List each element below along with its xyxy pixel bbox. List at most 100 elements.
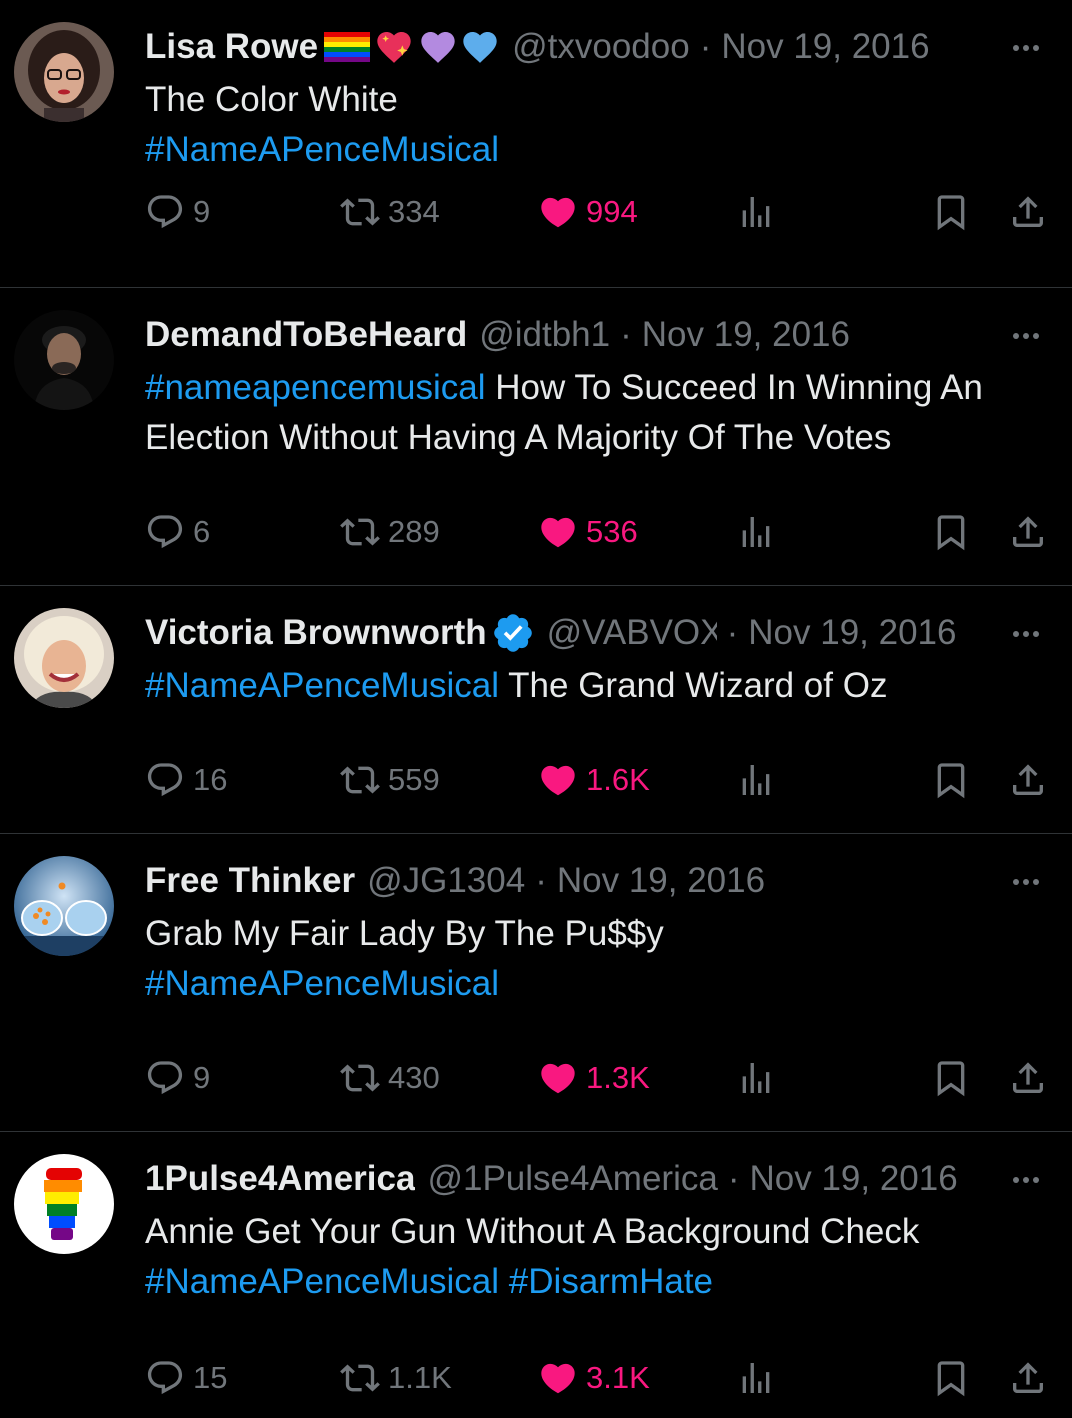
tweet-header: Lisa Rowe @txvoodoo · Nov 19, 2016 — [145, 22, 1032, 72]
author-name[interactable]: 1Pulse4America — [145, 1159, 415, 1199]
views-icon[interactable] — [736, 1358, 776, 1398]
reply-count: 9 — [193, 194, 211, 229]
tweet-date[interactable]: Nov 19, 2016 — [721, 27, 929, 67]
reply-button[interactable]: 9 — [145, 1056, 210, 1100]
tweet-actions: 16 559 1.6K — [0, 758, 1072, 802]
like-button[interactable]: 1.6K — [538, 758, 650, 802]
more-options-icon[interactable] — [1005, 868, 1047, 896]
reply-icon — [145, 1058, 185, 1098]
like-heart-icon — [538, 1358, 578, 1398]
bookmark-icon[interactable] — [931, 512, 971, 552]
more-options-icon[interactable] — [1005, 322, 1047, 350]
share-icon[interactable] — [1008, 512, 1048, 552]
hashtag-link[interactable]: #nameapencemusical — [145, 368, 485, 407]
repost-icon — [340, 192, 380, 232]
like-button[interactable]: 994 — [538, 190, 638, 234]
hashtag-link[interactable]: #NameAPenceMusical — [145, 130, 499, 169]
like-heart-icon — [538, 192, 578, 232]
tweet-text: #NameAPenceMusical The Grand Wizard of O… — [145, 661, 1032, 711]
repost-button[interactable]: 1.1K — [340, 1356, 452, 1400]
author-name[interactable]: Lisa Rowe — [145, 27, 318, 67]
avatar[interactable] — [14, 608, 114, 708]
tweet[interactable]: 1Pulse4America @1Pulse4America · Nov 19,… — [0, 1132, 1072, 1418]
avatar-image-icon — [14, 608, 114, 708]
reply-button[interactable]: 15 — [145, 1356, 227, 1400]
more-options-icon[interactable] — [1005, 620, 1047, 648]
avatar[interactable] — [14, 22, 114, 122]
blue-heart-icon — [463, 32, 497, 63]
repost-button[interactable]: 334 — [340, 190, 440, 234]
tweet-date[interactable]: Nov 19, 2016 — [642, 315, 850, 355]
share-icon[interactable] — [1008, 760, 1048, 800]
tweet-actions: 9 430 1.3K — [0, 1056, 1072, 1100]
author-handle[interactable]: @idtbh1 — [479, 315, 610, 355]
author-handle[interactable]: @1Pulse4America — [427, 1159, 717, 1199]
avatar-image-icon — [14, 310, 114, 410]
tweet-text-body: The Grand Wizard of Oz — [499, 666, 888, 705]
more-options-icon[interactable] — [1005, 1166, 1047, 1194]
hashtag-link[interactable]: #NameAPenceMusical — [145, 1262, 499, 1301]
repost-icon — [340, 512, 380, 552]
repost-button[interactable]: 289 — [340, 510, 440, 554]
reply-count: 16 — [193, 762, 228, 797]
tweet-text-line: Grab My Fair Lady By The Pu$$y — [145, 914, 664, 953]
tweet[interactable]: Free Thinker @JG1304 · Nov 19, 2016 Grab… — [0, 834, 1072, 1132]
author-handle[interactable]: @txvoodoo — [512, 27, 690, 67]
hashtag-link[interactable]: #DisarmHate — [509, 1262, 713, 1301]
repost-button[interactable]: 430 — [340, 1056, 440, 1100]
like-count: 994 — [586, 194, 638, 229]
tweet-text: #nameapencemusical How To Succeed In Win… — [145, 363, 1032, 463]
like-button[interactable]: 3.1K — [538, 1356, 650, 1400]
tweet-header: Victoria Brownworth @VABVOX · Nov 19, 20… — [145, 608, 1032, 658]
purple-heart-icon — [421, 32, 455, 63]
tweet-feed: Lisa Rowe @txvoodoo · Nov 19, 2016 The C… — [0, 0, 1072, 1418]
reply-count: 9 — [193, 1060, 211, 1095]
hashtag-link[interactable]: #NameAPenceMusical — [145, 666, 499, 705]
views-icon[interactable] — [736, 1058, 776, 1098]
repost-icon — [340, 1358, 380, 1398]
views-icon[interactable] — [736, 760, 776, 800]
share-icon[interactable] — [1008, 192, 1048, 232]
tweet[interactable]: Lisa Rowe @txvoodoo · Nov 19, 2016 The C… — [0, 0, 1072, 288]
repost-count: 289 — [388, 514, 440, 549]
avatar[interactable] — [14, 856, 114, 956]
bookmark-icon[interactable] — [931, 192, 971, 232]
tweet[interactable]: DemandToBeHeard @idtbh1 · Nov 19, 2016 #… — [0, 288, 1072, 586]
like-count: 1.6K — [586, 762, 650, 797]
author-name[interactable]: DemandToBeHeard — [145, 315, 467, 355]
verified-badge-icon[interactable] — [491, 611, 535, 655]
tweet-text: The Color White #NameAPenceMusical — [145, 75, 1032, 175]
share-icon[interactable] — [1008, 1058, 1048, 1098]
tweet-date[interactable]: Nov 19, 2016 — [748, 613, 956, 653]
reply-button[interactable]: 16 — [145, 758, 227, 802]
reply-button[interactable]: 6 — [145, 510, 210, 554]
views-icon[interactable] — [736, 192, 776, 232]
reply-button[interactable]: 9 — [145, 190, 210, 234]
share-icon[interactable] — [1008, 1358, 1048, 1398]
avatar[interactable] — [14, 310, 114, 410]
bookmark-icon[interactable] — [931, 760, 971, 800]
hashtag-link[interactable]: #NameAPenceMusical — [145, 964, 499, 1003]
like-button[interactable]: 536 — [538, 510, 638, 554]
author-handle[interactable]: @VABVOX — [547, 613, 717, 653]
tweet-date[interactable]: Nov 19, 2016 — [749, 1159, 957, 1199]
tweet-date[interactable]: Nov 19, 2016 — [557, 861, 765, 901]
tweet-header: DemandToBeHeard @idtbh1 · Nov 19, 2016 — [145, 310, 1032, 360]
author-handle[interactable]: @JG1304 — [367, 861, 525, 901]
rainbow-fist-icon — [14, 1154, 114, 1254]
reply-icon — [145, 512, 185, 552]
author-name[interactable]: Victoria Brownworth — [145, 613, 487, 653]
repost-button[interactable]: 559 — [340, 758, 440, 802]
like-heart-icon — [538, 1058, 578, 1098]
bookmark-icon[interactable] — [931, 1358, 971, 1398]
tweet-text-line: The Color White — [145, 80, 398, 119]
more-options-icon[interactable] — [1005, 34, 1047, 62]
avatar[interactable] — [14, 1154, 114, 1254]
author-name[interactable]: Free Thinker — [145, 861, 355, 901]
bookmark-icon[interactable] — [931, 1058, 971, 1098]
views-icon[interactable] — [736, 512, 776, 552]
like-count: 3.1K — [586, 1360, 650, 1395]
like-button[interactable]: 1.3K — [538, 1056, 650, 1100]
tweet[interactable]: Victoria Brownworth @VABVOX · Nov 19, 20… — [0, 586, 1072, 834]
reply-icon — [145, 760, 185, 800]
